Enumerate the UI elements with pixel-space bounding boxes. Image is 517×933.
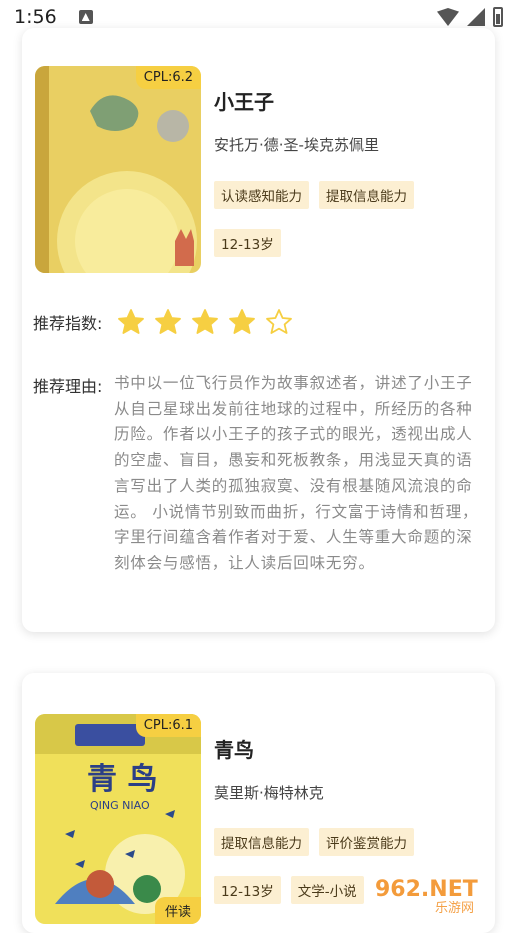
watermark-logo: 962.NET 乐游网 [375,874,507,914]
tag: 认读感知能力 [214,181,309,209]
book-cover-art: 青 鸟 QING NIAO [35,714,201,924]
cover-subtitle: QING NIAO [90,799,150,812]
book-cover-art [35,66,201,273]
tag: 提取信息能力 [214,828,309,856]
notification-icon [79,10,93,24]
book-title[interactable]: 小王子 [214,86,274,115]
tag: 评价鉴赏能力 [319,828,414,856]
book-card[interactable]: CPL:6.2 小王子 安托万·德·圣-埃克苏佩里 认读感知能力 提取信息能力 … [22,28,495,632]
status-time: 1:56 [14,6,57,28]
cover-title: 青 鸟 [87,762,157,797]
star-filled-icon [154,308,182,336]
age-genre-tags: 12-13岁 文学-小说 [214,876,364,904]
star-filled-icon [191,308,219,336]
cpl-badge: CPL:6.1 [136,714,201,737]
tag: 提取信息能力 [319,181,414,209]
book-cover[interactable]: CPL:6.2 [35,66,201,273]
star-filled-icon [117,308,145,336]
tag: 12-13岁 [214,229,281,257]
star-filled-icon [228,308,256,336]
signal-icon [467,8,485,26]
ability-tags: 提取信息能力 评价鉴赏能力 [214,828,414,856]
rating-label: 推荐指数: [33,310,117,334]
book-author: 莫里斯·梅特林克 [214,782,324,803]
battery-icon [493,7,503,27]
star-rating [117,308,293,336]
book-title[interactable]: 青鸟 [214,734,254,763]
ability-tags: 认读感知能力 提取信息能力 [214,181,414,209]
rating-row: 推荐指数: [33,308,293,336]
tag: 文学-小说 [291,876,364,904]
book-author: 安托万·德·圣-埃克苏佩里 [214,134,379,155]
svg-text:962.NET: 962.NET [375,877,478,902]
svg-text:乐游网: 乐游网 [435,901,474,914]
wifi-icon [437,8,459,26]
reason-text: 书中以一位飞行员作为故事叙述者，讲述了小王子从自己星球出发前往地球的过程中，所经… [114,371,482,577]
reason-label: 推荐理由: [33,373,102,397]
age-tags: 12-13岁 [214,229,281,257]
book-cover[interactable]: 青 鸟 QING NIAO CPL:6.1 伴读 [35,714,201,924]
status-icons [437,7,503,27]
cpl-badge: CPL:6.2 [136,66,201,89]
star-empty-icon [265,308,293,336]
tag: 12-13岁 [214,876,281,904]
